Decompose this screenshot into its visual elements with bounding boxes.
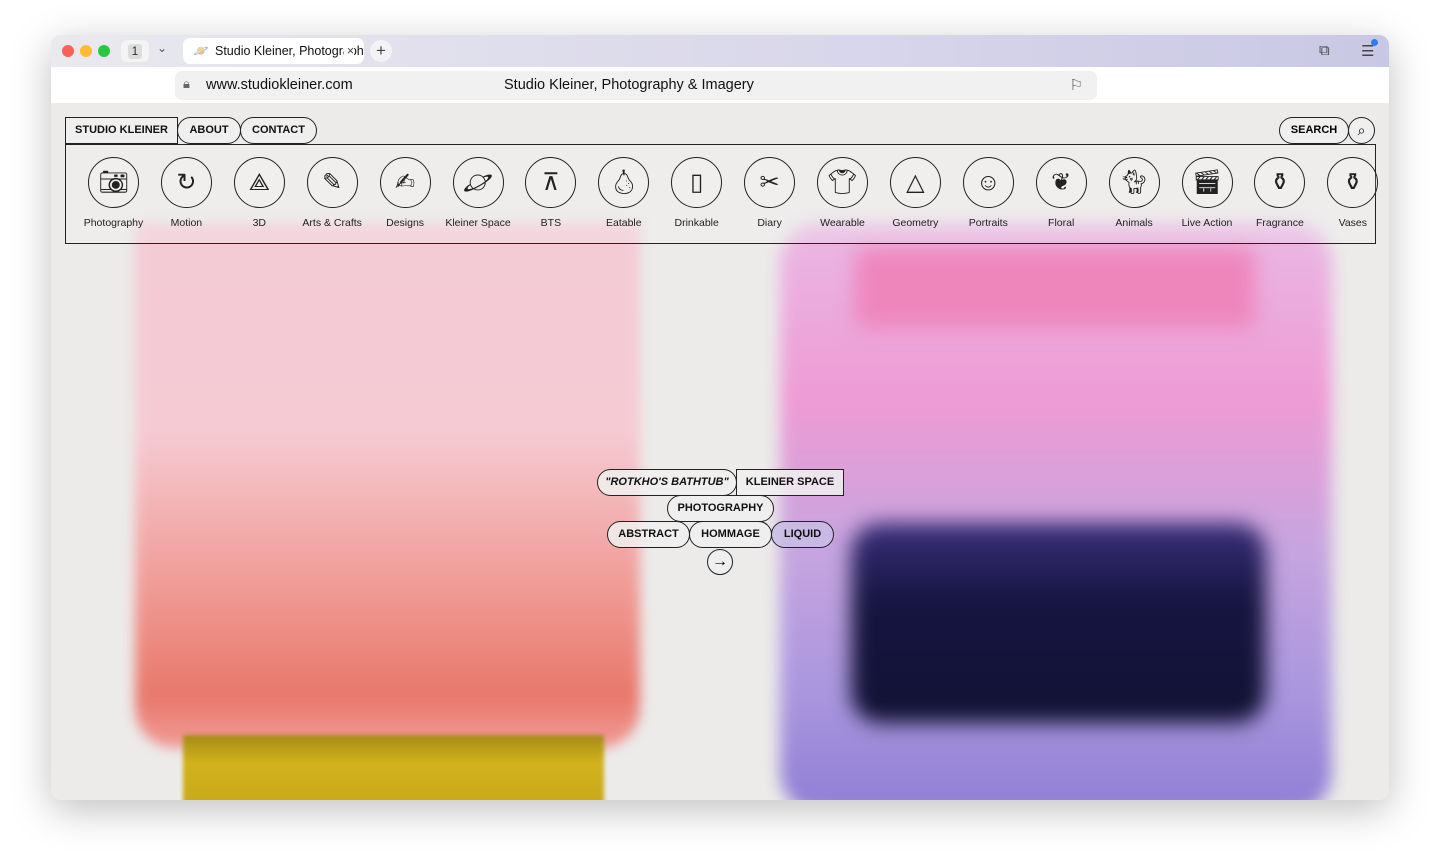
feature-section[interactable]: KLEINER SPACE xyxy=(736,469,844,496)
glass-icon: ▯ xyxy=(671,157,723,208)
tab-overview-button[interactable]: 1 xyxy=(121,40,149,62)
category-motion[interactable]: ↻ Motion xyxy=(150,157,223,229)
pyramid-icon: △ xyxy=(889,157,941,208)
category-label: Wearable xyxy=(820,217,865,229)
browser-window: 1 ⌄ 🪐 Studio Kleiner, Photography & Imag… xyxy=(51,35,1389,800)
address-bar: 🔒︎ www.studiokleiner.com Studio Kleiner,… xyxy=(51,67,1389,103)
tab-bar: 1 ⌄ 🪐 Studio Kleiner, Photography & Imag… xyxy=(51,35,1389,67)
planet-icon: 🪐 xyxy=(193,44,209,58)
new-tab-button[interactable]: + xyxy=(370,40,392,62)
category-bts[interactable]: ⊼ BTS xyxy=(514,157,587,229)
category-animals[interactable]: 🐈︎ Animals xyxy=(1098,157,1171,229)
menu-icon[interactable]: ☰ xyxy=(1361,39,1378,60)
3d-axes-icon: ⟁ xyxy=(233,157,285,208)
close-window-button[interactable] xyxy=(62,45,74,57)
page-title: Studio Kleiner, Photography & Imagery xyxy=(504,77,754,93)
category-vases[interactable]: ⚱ Vases xyxy=(1316,157,1389,229)
category-label: Diary xyxy=(757,217,782,229)
brush-icon: ✎ xyxy=(306,157,358,208)
smiley-icon: ☺︎ xyxy=(962,157,1014,208)
tag-hommage[interactable]: HOMMAGE xyxy=(689,521,772,548)
tag-abstract[interactable]: ABSTRACT xyxy=(607,521,690,548)
category-wearable[interactable]: 👕︎ Wearable xyxy=(806,157,879,229)
artwork-pink-block xyxy=(855,248,1255,328)
artwork-yellow-band xyxy=(183,735,604,800)
browser-tab[interactable]: 🪐 Studio Kleiner, Photography & Imagery … xyxy=(183,38,364,64)
pear-icon: 🍐︎ xyxy=(598,157,650,208)
category-label: Animals xyxy=(1115,217,1153,229)
bookmarks-icon[interactable]: ⧉ xyxy=(1319,42,1330,59)
category-label: Vases xyxy=(1338,217,1367,229)
category-arts-crafts[interactable]: ✎ Arts & Crafts xyxy=(296,157,369,229)
tag-liquid[interactable]: LIQUID xyxy=(771,521,834,548)
artwork-navy-block xyxy=(851,523,1266,723)
search-button[interactable]: SEARCH xyxy=(1279,117,1349,144)
category-label: Eatable xyxy=(605,217,642,229)
category-label: Drinkable xyxy=(674,217,719,229)
brand-link[interactable]: STUDIO KLEINER xyxy=(65,117,178,144)
category-label: Arts & Crafts xyxy=(302,217,362,229)
category-portraits[interactable]: ☺︎ Portraits xyxy=(952,157,1025,229)
category-label: 3D xyxy=(252,217,267,229)
category-designs[interactable]: ✍︎ Designs xyxy=(369,157,442,229)
about-link[interactable]: ABOUT xyxy=(177,117,241,144)
vase-icon: ⚱ xyxy=(1327,157,1379,208)
category-fragrance[interactable]: ⚱︎ Fragrance xyxy=(1243,157,1316,229)
tab-count: 1 xyxy=(127,44,143,59)
bookmark-icon[interactable]: ⚐ xyxy=(1070,76,1083,94)
category-eatable[interactable]: 🍐︎ Eatable xyxy=(587,157,660,229)
category-label: Kleiner Space xyxy=(445,217,511,229)
camera-icon: 📷︎ xyxy=(88,157,139,208)
category-label: Motion xyxy=(170,217,203,229)
motion-icon: ↻ xyxy=(160,157,212,208)
clapperboard-icon: 🎬︎ xyxy=(1181,157,1233,208)
category-label: Live Action xyxy=(1181,217,1233,229)
category-geometry[interactable]: △ Geometry xyxy=(879,157,952,229)
category-3d[interactable]: ⟁ 3D xyxy=(223,157,296,229)
category-photography[interactable]: 📷︎ Photography xyxy=(77,157,150,229)
category-label: Photography xyxy=(83,217,144,229)
lock-icon: 🔒︎ xyxy=(183,76,190,91)
category-label: Geometry xyxy=(892,217,939,229)
category-diary[interactable]: ✂︎ Diary xyxy=(733,157,806,229)
url-text: www.studiokleiner.com xyxy=(206,77,353,93)
search-icon[interactable]: ⌕ xyxy=(1348,117,1375,144)
minimize-window-button[interactable] xyxy=(80,45,92,57)
category-label: Floral xyxy=(1048,217,1075,229)
category-label: Portraits xyxy=(968,217,1008,229)
category-label: BTS xyxy=(540,217,562,229)
contact-link[interactable]: CONTACT xyxy=(240,117,317,144)
page-content: STUDIO KLEINER ABOUT CONTACT SEARCH ⌕ 📷︎… xyxy=(51,103,1389,800)
category-floral[interactable]: ❦ Floral xyxy=(1025,157,1098,229)
zoom-window-button[interactable] xyxy=(98,45,110,57)
category-kleiner-space[interactable]: 🪐︎ Kleiner Space xyxy=(442,157,515,229)
arrow-right-icon[interactable]: → xyxy=(707,549,733,575)
planet-icon: 🪐︎ xyxy=(452,157,504,208)
category-label: Fragrance xyxy=(1255,217,1304,229)
feature-type[interactable]: PHOTOGRAPHY xyxy=(667,495,774,522)
tab-title: Studio Kleiner, Photography & Imagery xyxy=(215,44,364,58)
perfume-icon: ⚱︎ xyxy=(1254,157,1306,208)
cat-icon: 🐈︎ xyxy=(1108,157,1160,208)
diary-icon: ✂︎ xyxy=(744,157,796,208)
category-drinkable[interactable]: ▯ Drinkable xyxy=(660,157,733,229)
close-tab-icon[interactable]: × xyxy=(343,38,354,64)
leaf-icon: ❦ xyxy=(1035,157,1087,208)
category-label: Designs xyxy=(386,217,425,229)
category-live-action[interactable]: 🎬︎ Live Action xyxy=(1171,157,1244,229)
chevron-down-icon[interactable]: ⌄ xyxy=(157,41,167,55)
tshirt-icon: 👕︎ xyxy=(817,157,868,208)
feature-title[interactable]: "ROTKHO'S BATHTUB" xyxy=(597,469,737,496)
light-stand-icon: ⊼ xyxy=(525,157,577,208)
hand-pen-icon: ✍︎ xyxy=(379,157,431,208)
artwork-left-pink xyxy=(135,223,640,748)
url-field[interactable]: 🔒︎ www.studiokleiner.com Studio Kleiner,… xyxy=(175,71,1097,100)
category-strip: 📷︎ Photography ↻ Motion ⟁ 3D ✎ Arts & Crafts ✍︎ D… xyxy=(65,144,1379,244)
